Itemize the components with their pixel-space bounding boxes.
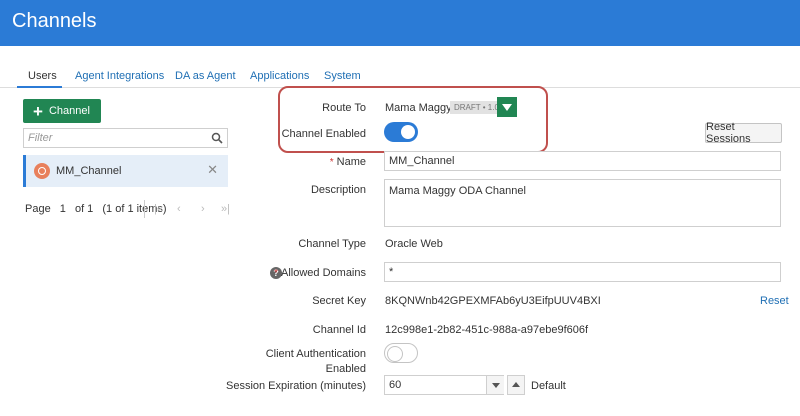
previous-page-icon[interactable]: ‹ [177, 203, 181, 215]
first-page-icon[interactable]: |« [154, 203, 163, 215]
channel-avatar-icon [34, 163, 50, 179]
filter-input[interactable] [24, 129, 208, 147]
allowed-domains-input[interactable]: * [384, 262, 781, 282]
required-marker: * [274, 268, 279, 279]
chevron-down-icon[interactable] [486, 376, 504, 394]
filter-field [23, 128, 228, 148]
reset-secret-key-link[interactable]: Reset [760, 295, 789, 307]
secret-key-label: Secret Key [312, 295, 366, 307]
close-icon[interactable]: ✕ [207, 162, 218, 178]
reset-sessions-button[interactable]: Reset Sessions [705, 121, 782, 145]
draft-version-badge: DRAFT • 1.0 [450, 101, 503, 114]
pager-of-total: of 1 [74, 203, 94, 215]
page-title: Channels [12, 10, 97, 32]
route-to-value: Mama Maggy [385, 102, 452, 114]
active-tab-indicator [17, 86, 62, 88]
name-label: * Name [330, 156, 366, 168]
client-auth-toggle[interactable] [384, 343, 418, 363]
channel-id-value: 12c998e1-2b82-451c-988a-a97ebe9f606f [385, 324, 589, 336]
search-icon[interactable] [211, 132, 223, 144]
session-expiration-label: Session Expiration (minutes) [225, 380, 366, 392]
chevron-up-icon[interactable] [507, 375, 525, 395]
channel-list-item-name: MM_Channel [56, 165, 122, 177]
channel-id-label: Channel Id [312, 324, 366, 336]
tab-applications[interactable]: Applications [250, 70, 309, 82]
plus-icon: + [33, 101, 43, 121]
session-expiration-default: Default [531, 380, 566, 392]
secret-key-value: 8KQNWnb42GPEXMFAb6yU3EifpUUV4BXI [385, 295, 601, 307]
pager-page-number[interactable]: 1 [60, 203, 66, 215]
tab-da-as-agent[interactable]: DA as Agent [175, 70, 236, 82]
tab-bar: Users Agent Integrations DA as Agent App… [0, 60, 800, 88]
add-channel-label: Channel [48, 105, 90, 117]
pagination: Page 1 of 1 (1 of 1 items) [25, 200, 167, 218]
channel-enabled-toggle[interactable] [384, 122, 418, 142]
channel-enabled-label: Channel Enabled [281, 128, 366, 140]
add-channel-button[interactable]: + Channel [23, 99, 101, 123]
allowed-domains-label-text: Allowed Domains [281, 267, 366, 279]
next-page-icon[interactable]: › [201, 203, 205, 215]
pager-page-label: Page [25, 203, 51, 215]
channel-type-label: Channel Type [298, 238, 366, 250]
name-label-text: Name [336, 156, 366, 168]
tab-users[interactable]: Users [28, 70, 57, 82]
last-page-icon[interactable]: »| [221, 203, 230, 215]
tab-agent-integrations[interactable]: Agent Integrations [75, 70, 164, 82]
description-textarea[interactable]: Mama Maggy ODA Channel [384, 179, 781, 227]
pager-divider [144, 200, 145, 218]
channel-type-value: Oracle Web [385, 238, 443, 250]
allowed-domains-label: * Allowed Domains [274, 267, 366, 279]
route-to-dropdown-button[interactable] [497, 97, 517, 117]
tab-system[interactable]: System [324, 70, 361, 82]
description-label: Description [310, 184, 366, 196]
route-to-label: Route To [322, 102, 366, 114]
required-marker: * [329, 157, 334, 168]
page-header: Channels [0, 0, 800, 46]
name-input[interactable]: MM_Channel [384, 151, 781, 171]
client-auth-label-line2: Enabled [325, 363, 366, 375]
client-auth-label-line1: Client Authentication [265, 348, 366, 360]
channel-list-item[interactable]: MM_Channel ✕ [23, 155, 228, 187]
